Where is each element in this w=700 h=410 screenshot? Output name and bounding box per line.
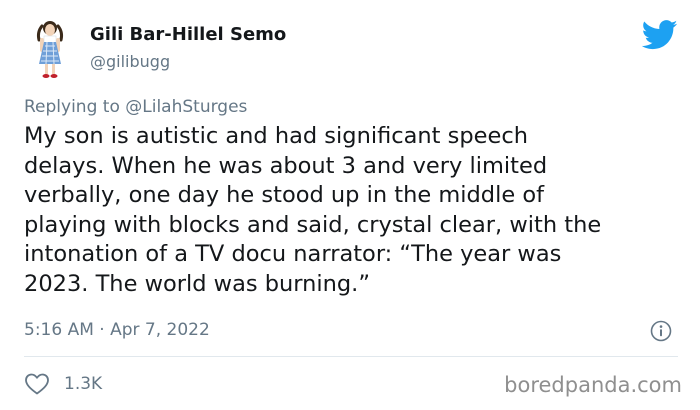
like-button[interactable]: 1.3K [24, 370, 102, 398]
reply-mention-link[interactable]: @LilahSturges [125, 97, 247, 117]
author-info: Gili Bar-Hillel Semo @gilibugg [90, 24, 286, 72]
tweet-text-line: delays. When he was about 3 and very lim… [24, 152, 548, 179]
tweet-timestamp[interactable]: 5:16 AM · Apr 7, 2022 [24, 318, 210, 342]
heart-icon[interactable] [24, 372, 50, 396]
author-handle[interactable]: @gilibugg [90, 52, 286, 72]
info-icon[interactable] [650, 320, 672, 342]
twitter-bird-icon[interactable] [642, 20, 678, 50]
watermark: boredpanda.com [504, 373, 682, 397]
like-count: 1.3K [64, 374, 103, 394]
divider [24, 356, 678, 357]
author-display-name[interactable]: Gili Bar-Hillel Semo [90, 24, 286, 46]
tweet-text-line: verbally, one day he stood up in the mid… [24, 182, 545, 208]
tweet-card: Gili Bar-Hillel Semo @gilibugg Replying … [0, 0, 700, 410]
avatar[interactable] [26, 18, 74, 80]
replying-to-prefix: Replying to [24, 97, 126, 117]
tweet-text-line: My son is autistic and had significant s… [24, 123, 528, 149]
replying-to: Replying to @LilahSturges [24, 96, 247, 118]
tweet-text: My son is autistic and had significant s… [24, 122, 689, 299]
tweet-text-line: playing with blocks and said, crystal cl… [24, 211, 602, 238]
tweet-text-line: 2023. The world was burning.” [24, 270, 370, 297]
tweet-text-line: intonation of a TV docu narrator: “The y… [24, 241, 562, 267]
